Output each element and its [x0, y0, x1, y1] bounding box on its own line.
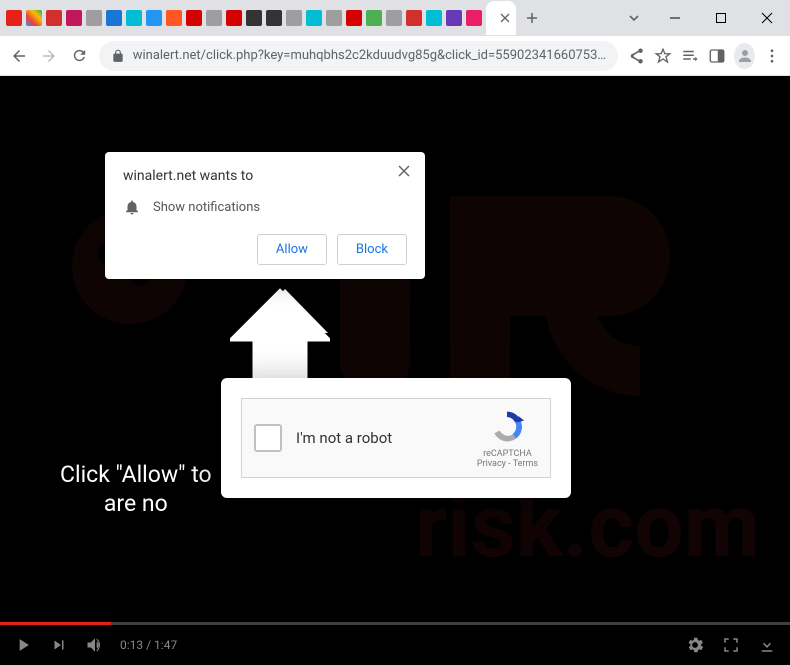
recaptcha-widget: I'm not a robot reCAPTCHA Privacy - Term… [241, 398, 551, 478]
tab-favicon[interactable] [446, 10, 462, 26]
settings-button[interactable] [684, 634, 706, 656]
tab-favicon[interactable] [66, 10, 82, 26]
reload-button[interactable] [68, 42, 90, 70]
profile-avatar[interactable] [734, 43, 755, 69]
arrow-up-icon [230, 281, 340, 391]
tab-favicon[interactable] [106, 10, 122, 26]
recaptcha-icon [489, 408, 525, 444]
menu-button[interactable] [763, 44, 782, 68]
browser-tab-strip [0, 0, 790, 36]
tab-favicon[interactable] [466, 10, 482, 26]
maximize-button[interactable] [698, 2, 744, 34]
new-tab-button[interactable] [518, 4, 546, 32]
permission-description: Show notifications [153, 200, 260, 215]
close-icon[interactable] [397, 164, 411, 178]
tab-favicon[interactable] [126, 10, 142, 26]
side-panel-button[interactable] [707, 44, 726, 68]
active-tab[interactable] [486, 1, 516, 35]
tab-favicon[interactable] [6, 10, 22, 26]
fullscreen-button[interactable] [720, 634, 742, 656]
tab-favicon[interactable] [86, 10, 102, 26]
allow-button[interactable]: Allow [257, 234, 327, 265]
video-time: 0:13 / 1:47 [120, 638, 177, 652]
close-window-button[interactable] [744, 2, 790, 34]
tab-favicon[interactable] [346, 10, 362, 26]
instruction-line2: are no [60, 490, 212, 519]
recaptcha-card: I'm not a robot reCAPTCHA Privacy - Term… [221, 378, 571, 498]
next-button[interactable] [48, 634, 70, 656]
recaptcha-terms-link[interactable]: Terms [513, 459, 538, 469]
url-text: winalert.net/click.php?key=muhqbhs2c2kdu… [133, 48, 606, 63]
block-button[interactable]: Block [337, 234, 407, 265]
tab-favicon[interactable] [406, 10, 422, 26]
tab-favicon[interactable] [306, 10, 322, 26]
tab-favicon[interactable] [26, 10, 42, 26]
address-bar[interactable]: winalert.net/click.php?key=muhqbhs2c2kdu… [99, 41, 618, 71]
tab-favicon[interactable] [326, 10, 342, 26]
reading-list-button[interactable] [680, 44, 699, 68]
recaptcha-checkbox[interactable] [254, 424, 282, 452]
notification-permission-dialog: winalert.net wants to Show notifications… [105, 152, 425, 279]
play-button[interactable] [12, 634, 34, 656]
tab-favicon[interactable] [46, 10, 62, 26]
window-controls [616, 0, 790, 36]
tab-favicons [6, 10, 482, 26]
close-tab-icon[interactable] [500, 13, 510, 23]
tab-favicon[interactable] [146, 10, 162, 26]
recaptcha-logo: reCAPTCHA Privacy - Terms [477, 408, 538, 469]
video-player-bar: 0:13 / 1:47 [0, 625, 790, 665]
tab-favicon[interactable] [286, 10, 302, 26]
tab-favicon[interactable] [426, 10, 442, 26]
page-content: risk.com Click "Allow" to are no I'm not… [0, 76, 790, 665]
recaptcha-privacy-link[interactable]: Privacy [477, 459, 506, 469]
tab-favicon[interactable] [246, 10, 262, 26]
bell-icon [123, 198, 141, 216]
tab-favicon[interactable] [206, 10, 222, 26]
recaptcha-brand: reCAPTCHA [477, 449, 538, 459]
browser-toolbar: winalert.net/click.php?key=muhqbhs2c2kdu… [0, 36, 790, 76]
tab-favicon[interactable] [266, 10, 282, 26]
recaptcha-label: I'm not a robot [296, 429, 477, 447]
permission-title: winalert.net wants to [123, 168, 407, 184]
tab-favicon[interactable] [366, 10, 382, 26]
instruction-line1: Click "Allow" to [60, 461, 212, 490]
back-button[interactable] [8, 42, 30, 70]
instruction-text: Click "Allow" to are no [60, 461, 212, 519]
download-button[interactable] [756, 634, 778, 656]
tab-favicon[interactable] [386, 10, 402, 26]
tab-favicon[interactable] [186, 10, 202, 26]
lock-icon [111, 49, 125, 63]
tab-favicon[interactable] [226, 10, 242, 26]
volume-button[interactable] [84, 634, 106, 656]
minimize-button[interactable] [652, 2, 698, 34]
bookmark-button[interactable] [653, 44, 672, 68]
tab-overflow-button[interactable] [616, 11, 652, 25]
tab-favicon[interactable] [166, 10, 182, 26]
forward-button[interactable] [38, 42, 60, 70]
share-button[interactable] [626, 44, 645, 68]
